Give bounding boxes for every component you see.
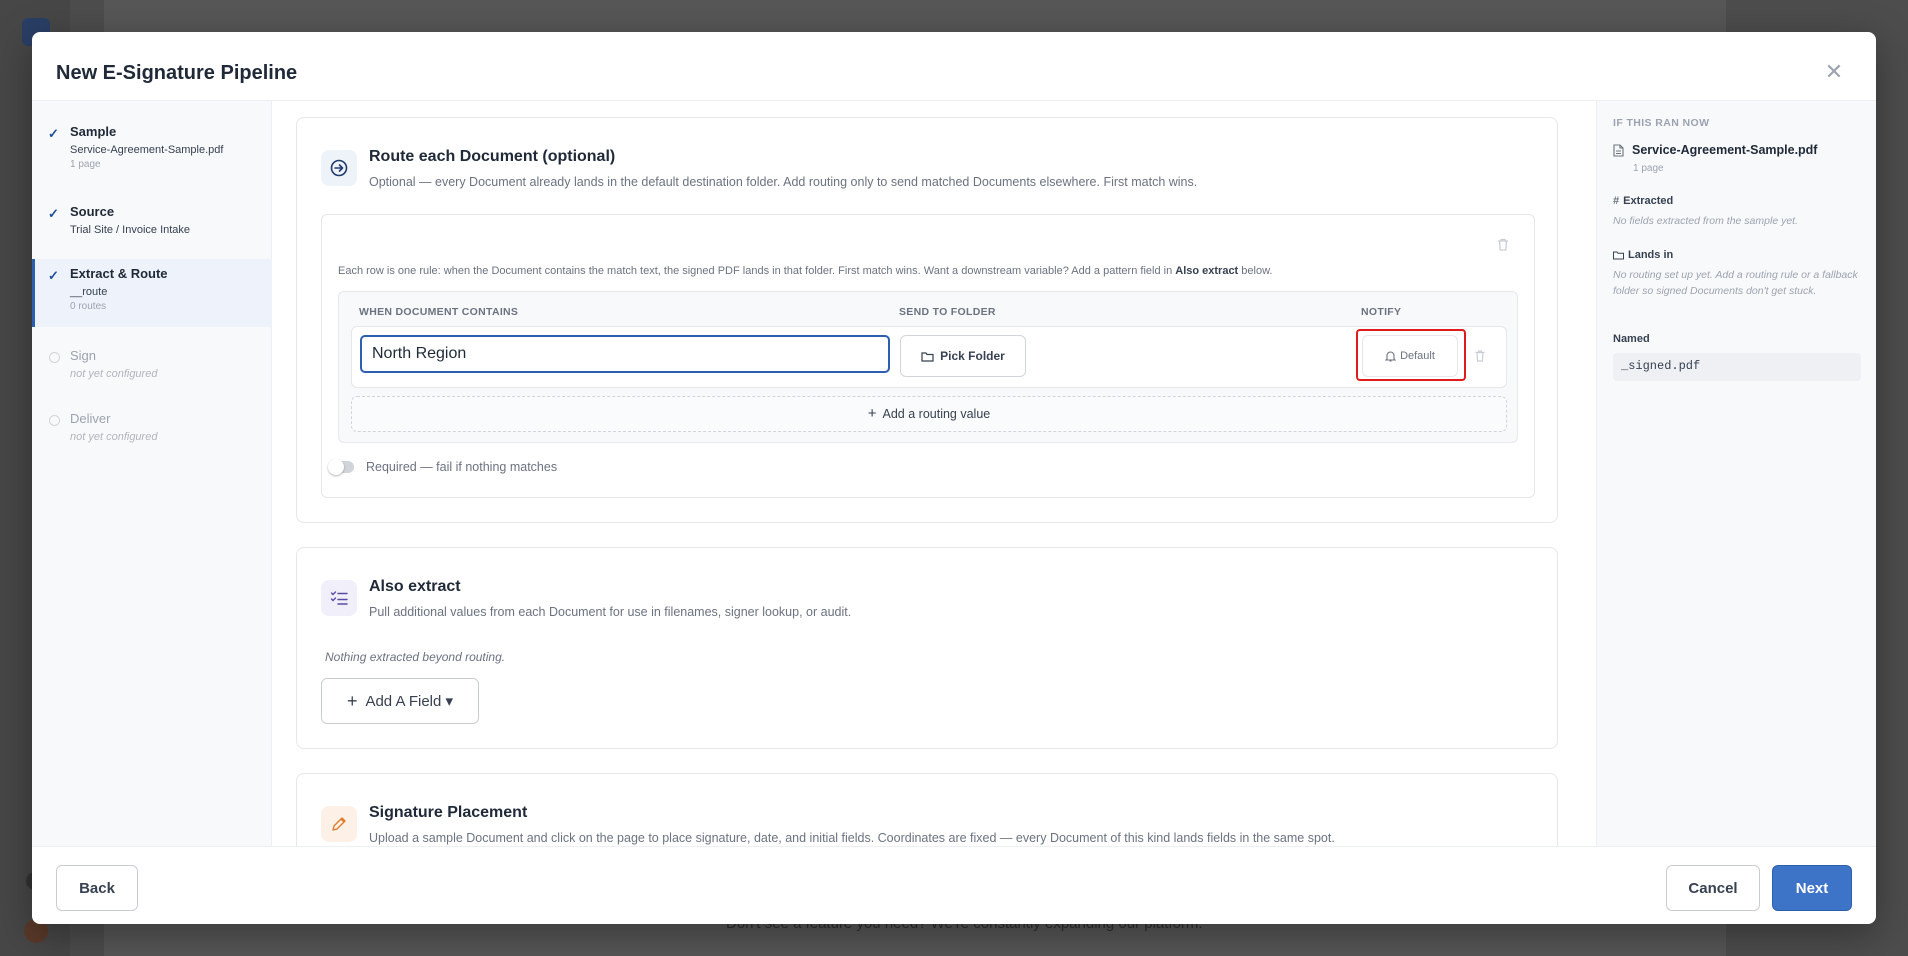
preview-lands-note: No routing set up yet. Add a routing rul… (1613, 269, 1858, 297)
preview-extracted-label: # Extracted (1613, 195, 1674, 207)
check-icon: ✓ (48, 126, 59, 141)
required-toggle-label: Required — fail if nothing matches (366, 460, 558, 474)
preview-heading: IF THIS RAN NOW (1613, 117, 1710, 129)
routing-table: WHEN DOCUMENT CONTAINS SEND TO FOLDER NO… (338, 291, 1518, 443)
step-sub: not yet configured (70, 431, 158, 443)
also-extract-card: Also extract Pull additional values from… (296, 547, 1558, 749)
step-sub: Service-Agreement-Sample.pdf (70, 144, 224, 156)
preview-named-value: _signed.pdf (1613, 353, 1861, 381)
pick-folder-label: Pick Folder (940, 349, 1005, 363)
check-icon: ✓ (48, 206, 59, 221)
next-button[interactable]: Next (1772, 865, 1852, 911)
preview-panel: IF THIS RAN NOW Service-Agreement-Sample… (1596, 101, 1876, 846)
pencil-icon (321, 806, 357, 842)
routing-card: Route each Document (optional) Optional … (296, 117, 1558, 523)
preview-file: Service-Agreement-Sample.pdf (1613, 143, 1817, 157)
step-sub: Trial Site / Invoice Intake (70, 224, 191, 236)
modal-body: ✓ Sample Service-Agreement-Sample.pdf 1 … (32, 100, 1876, 846)
column-header-folder: SEND TO FOLDER (899, 306, 996, 318)
folder-icon (921, 351, 934, 362)
close-icon[interactable]: ✕ (1824, 61, 1844, 83)
step-name: Sign (70, 348, 97, 363)
also-extract-description: Pull additional values from each Documen… (369, 605, 852, 619)
step-deliver[interactable]: Deliver not yet configured (32, 410, 272, 454)
folder-icon (1613, 251, 1624, 259)
step-source[interactable]: ✓ Source Trial Site / Invoice Intake (32, 203, 272, 247)
routing-row: Pick Folder Default (351, 326, 1507, 388)
document-icon (1613, 143, 1624, 157)
routing-rules-box: Each row is one rule: when the Document … (321, 214, 1535, 498)
signature-description: Upload a sample Document and click on th… (369, 831, 1335, 845)
also-extract-title: Also extract (369, 578, 461, 595)
signature-placement-card: Signature Placement Upload a sample Docu… (296, 773, 1558, 846)
step-sign[interactable]: Sign not yet configured (32, 347, 272, 391)
step-name: Source (70, 204, 115, 219)
add-field-button[interactable]: + Add A Field ▾ (321, 678, 479, 724)
trash-icon[interactable] (1496, 237, 1510, 257)
column-header-contains: WHEN DOCUMENT CONTAINS (359, 306, 519, 318)
step-name: Sample (70, 124, 117, 139)
modal-header: New E-Signature Pipeline ✕ (32, 32, 1876, 100)
preview-file-pages: 1 page (1633, 163, 1664, 174)
checklist-icon (321, 580, 357, 616)
step-sample[interactable]: ✓ Sample Service-Agreement-Sample.pdf 1 … (32, 123, 272, 187)
step-extract-route[interactable]: ✓ Extract & Route __route 0 routes (32, 259, 272, 327)
hash-icon: # (1613, 195, 1620, 207)
pending-circle-icon (49, 415, 60, 426)
routing-description: Optional — every Document already lands … (369, 175, 1198, 189)
notify-label: Default (1400, 350, 1435, 362)
step-sub2: 0 routes (70, 301, 107, 312)
preview-file-name: Service-Agreement-Sample.pdf (1632, 143, 1818, 157)
trash-icon[interactable] (1474, 349, 1486, 368)
cancel-button[interactable]: Cancel (1666, 865, 1760, 911)
required-toggle[interactable] (328, 459, 354, 475)
column-header-notify: NOTIFY (1361, 306, 1402, 318)
pipeline-modal: New E-Signature Pipeline ✕ ✓ Sample Serv… (32, 32, 1876, 924)
step-sidebar: ✓ Sample Service-Agreement-Sample.pdf 1 … (32, 101, 272, 846)
preview-extracted-note: No fields extracted from the sample yet. (1613, 215, 1798, 227)
empty-extract-text: Nothing extracted beyond routing. (325, 650, 506, 664)
signature-title: Signature Placement (369, 804, 528, 821)
step-sub: not yet configured (70, 368, 158, 380)
back-button[interactable]: Back (56, 865, 138, 911)
main-content: Route each Document (optional) Optional … (272, 101, 1618, 846)
match-text-input[interactable] (360, 335, 890, 373)
modal-footer: Back Cancel Next (32, 846, 1876, 924)
plus-icon: + (346, 691, 358, 711)
bell-icon (1385, 351, 1397, 362)
add-field-label: Add A Field ▾ (365, 693, 454, 710)
step-name: Extract & Route (70, 266, 168, 281)
step-sub: __route (70, 286, 108, 298)
route-arrow-icon (321, 150, 357, 186)
routing-help-text: Each row is one rule: when the Document … (338, 265, 1273, 277)
add-routing-value-button[interactable]: + Add a routing value (351, 396, 1507, 432)
step-name: Deliver (70, 411, 111, 426)
pending-circle-icon (49, 352, 60, 363)
check-icon: ✓ (48, 268, 59, 283)
pick-folder-button[interactable]: Pick Folder (900, 335, 1026, 377)
preview-lands-label: Lands in (1613, 249, 1673, 261)
plus-icon: + (867, 405, 877, 422)
notify-default-button[interactable]: Default (1362, 335, 1458, 377)
routing-title: Route each Document (optional) (369, 148, 616, 165)
modal-title: New E-Signature Pipeline (56, 62, 298, 84)
preview-named-label: Named (1613, 333, 1650, 345)
step-sub2: 1 page (70, 159, 101, 170)
add-routing-value-label: Add a routing value (882, 407, 991, 421)
